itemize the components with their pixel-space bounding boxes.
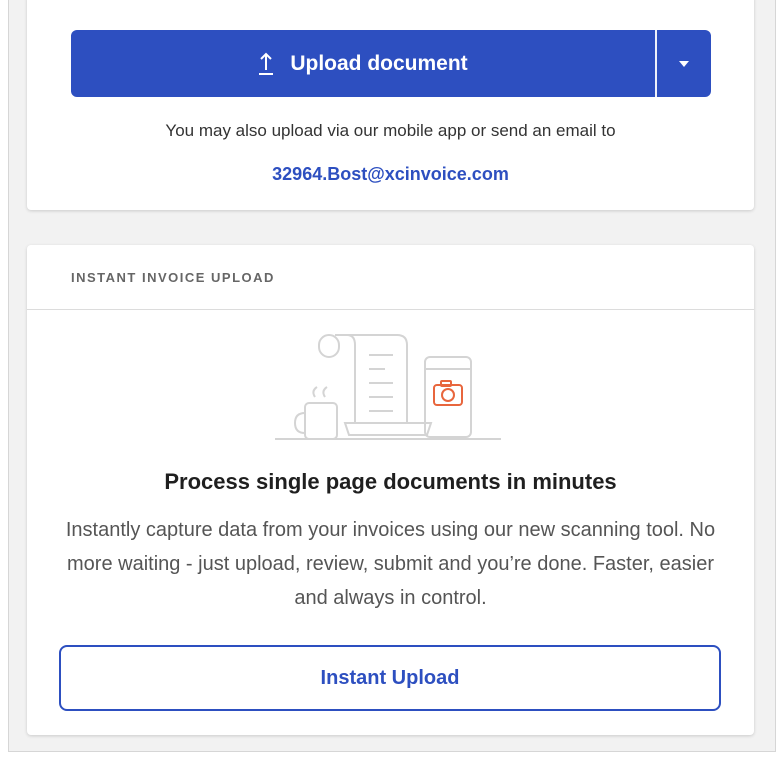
instant-upload-title: Process single page documents in minutes [164, 469, 617, 494]
scan-illustration-icon [275, 331, 507, 447]
instant-upload-description: Instantly capture data from your invoice… [65, 519, 716, 609]
upload-arrow-icon [258, 52, 274, 76]
panel-frame: Upload document You may also upload via … [8, 0, 776, 752]
upload-document-button[interactable]: Upload document [71, 30, 655, 97]
upload-options-dropdown-button[interactable] [657, 30, 711, 97]
instant-upload-button[interactable]: Instant Upload [59, 645, 721, 711]
upload-document-label: Upload document [290, 51, 468, 75]
instant-upload-header: INSTANT INVOICE UPLOAD [27, 245, 754, 310]
upload-email-link[interactable]: 32964.Bost@xcinvoice.com [27, 164, 754, 185]
chevron-down-icon [679, 60, 689, 67]
instant-upload-card: INSTANT INVOICE UPLOAD Process single pa… [27, 245, 754, 735]
upload-split-button: Upload document [71, 30, 711, 97]
upload-alternatives-note: You may also upload via our mobile app o… [165, 121, 616, 140]
upload-card: Upload document You may also upload via … [27, 0, 754, 210]
